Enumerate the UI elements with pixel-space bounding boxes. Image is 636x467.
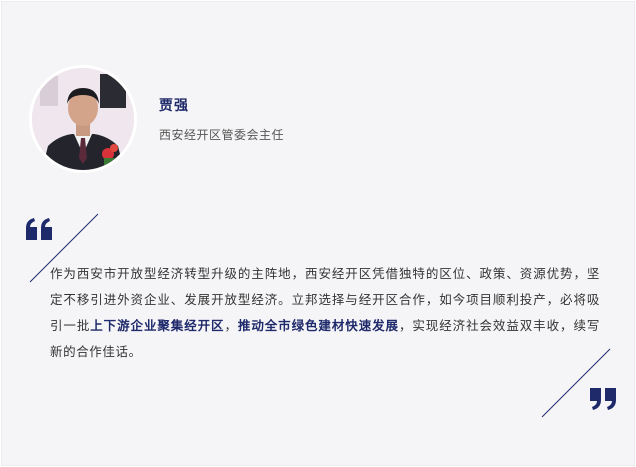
speaker-name: 贾强: [159, 98, 189, 114]
portrait-photo-icon: [32, 68, 134, 170]
avatar: [29, 65, 137, 173]
open-quote-icon: [26, 218, 52, 240]
quote-text-part2: ，: [224, 318, 238, 333]
close-quote-icon: [590, 388, 616, 410]
quote-highlight-2: 推动全市绿色建材快速发展: [237, 318, 399, 333]
quote-text: 作为西安市开放型经济转型升级的主阵地，西安经开区凭借独特的区位、政策、资源优势，…: [50, 261, 600, 365]
quote-highlight-1: 上下游企业聚集经开区: [90, 318, 225, 333]
quote-card: 贾强 西安经开区管委会主任 作为西安市开放型经济转型升级的主阵地，西安经开区凭借…: [1, 1, 635, 466]
speaker-title: 西安经开区管委会主任: [159, 128, 285, 142]
